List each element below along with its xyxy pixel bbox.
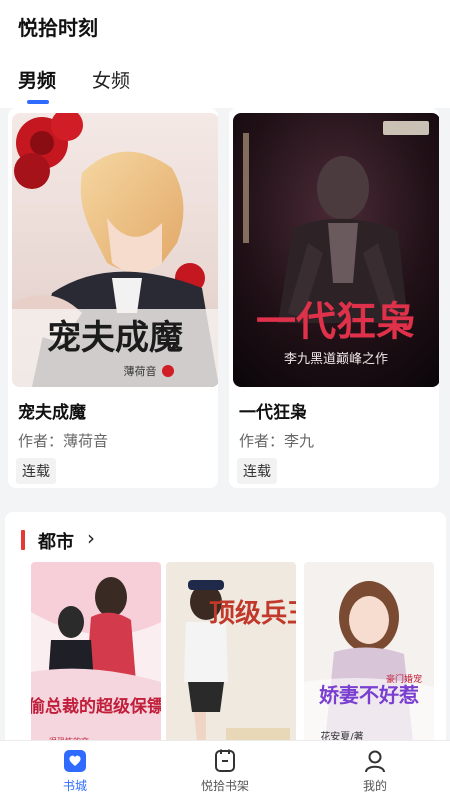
book-title[interactable]: 一代狂枭	[239, 398, 307, 423]
app-title: 悦拾时刻	[18, 16, 98, 40]
nav-label: 悦拾书架	[200, 778, 249, 793]
bottom-nav: 书城 悦拾书架 我的	[0, 740, 450, 800]
cover-subtitle: 李九黑道巅峰之作	[284, 352, 388, 367]
cover-title: 宠夫成魔	[47, 318, 183, 358]
book-author: 作者：薄荷音	[18, 432, 109, 450]
nav-label: 我的	[362, 778, 387, 793]
nav-bookshelf[interactable]: 悦拾书架	[165, 748, 285, 794]
category-section-urban: 都市 › 偷总裁的超级保镖 很恐怖的文 顶级兵王	[5, 512, 446, 752]
cover-title: 顶级兵王	[209, 598, 296, 629]
store-icon	[64, 749, 86, 772]
channel-tabs: 男频 女频	[18, 66, 130, 93]
cover-title: 娇妻不好惹	[319, 683, 419, 707]
featured-books: 宠夫成魔 薄荷音 宠夫成魔 作者：薄荷音 连载 一代狂枭 李九黑道巅峰之作 一代…	[4, 108, 446, 494]
profile-icon	[365, 750, 385, 772]
chevron-right-icon[interactable]: ›	[87, 526, 95, 550]
book-card[interactable]: 宠夫成魔 薄荷音 宠夫成魔 作者：薄荷音 连载	[8, 108, 218, 488]
book-cover[interactable]: 娇妻不好惹 豪门婚宠 花安夏/著	[304, 562, 434, 752]
book-title[interactable]: 宠夫成魔	[18, 398, 86, 423]
section-marker	[21, 530, 25, 550]
book-cover[interactable]: 宠夫成魔 薄荷音	[12, 113, 218, 387]
cover-title: 偷总裁的超级保镖	[31, 696, 161, 717]
section-title[interactable]: 都市	[38, 528, 74, 554]
book-cover[interactable]: 偷总裁的超级保镖 很恐怖的文	[31, 562, 161, 752]
nav-label: 书城	[62, 778, 87, 793]
nav-store[interactable]: 书城	[15, 748, 135, 794]
tab-male[interactable]: 男频	[18, 66, 56, 93]
status-badge: 连载	[16, 458, 56, 484]
book-cover[interactable]: 一代狂枭 李九黑道巅峰之作	[233, 113, 439, 387]
cover-author: 薄荷音	[124, 364, 157, 378]
active-tab-indicator	[27, 100, 49, 104]
cover-tag: 豪门婚宠	[386, 673, 422, 685]
status-badge: 连载	[237, 458, 277, 484]
book-author: 作者：李九	[239, 432, 315, 450]
book-cover[interactable]: 顶级兵王	[166, 562, 296, 752]
top-bar: 悦拾时刻 男频 女频	[0, 0, 450, 108]
cover-title: 一代狂枭	[256, 298, 416, 345]
bookshelf-icon	[215, 749, 235, 772]
nav-profile[interactable]: 我的	[315, 748, 435, 794]
tab-female[interactable]: 女频	[92, 66, 130, 93]
book-card[interactable]: 一代狂枭 李九黑道巅峰之作 一代狂枭 作者：李九 连载	[229, 108, 439, 488]
